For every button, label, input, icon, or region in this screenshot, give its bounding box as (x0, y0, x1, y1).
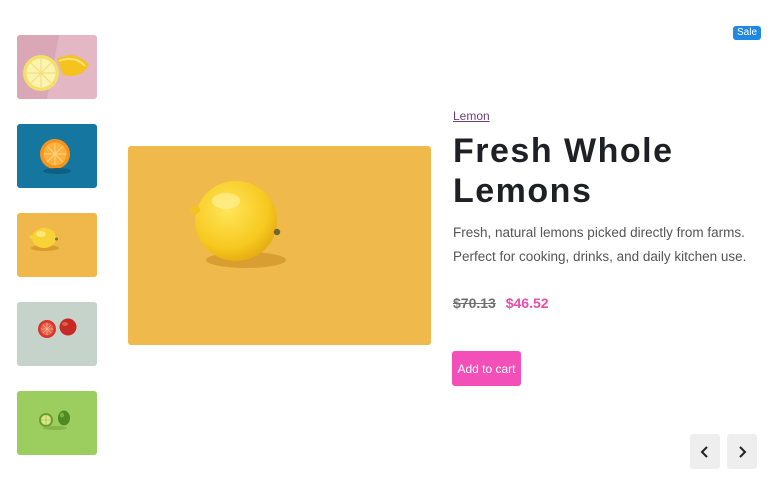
product-title: Fresh Whole Lemons (453, 132, 674, 210)
main-product-image (128, 146, 431, 345)
next-button[interactable] (727, 434, 757, 469)
thumbnail-limes[interactable] (17, 391, 97, 455)
chevron-left-icon (700, 445, 708, 458)
thumbnail-halved-orange[interactable] (17, 124, 97, 188)
whole-lemon-large-image (128, 146, 431, 345)
product-description: Fresh, natural lemons picked directly fr… (453, 225, 747, 264)
previous-button[interactable] (690, 434, 720, 469)
thumbnail-halved-lemon[interactable] (17, 35, 97, 99)
sale-price: $46.52 (505, 295, 549, 311)
limes-image (17, 391, 97, 455)
category-link[interactable]: Lemon (453, 109, 490, 123)
price-row: $70.13 $46.52 (453, 295, 549, 311)
thumbnail-whole-lemon[interactable] (17, 213, 97, 277)
thumbnail-blood-oranges[interactable] (17, 302, 97, 366)
original-price: $70.13 (453, 295, 496, 311)
add-to-cart-button[interactable]: Add to cart (452, 351, 521, 386)
thumbnail-list (17, 35, 97, 480)
whole-lemon-image (17, 213, 97, 277)
halved-orange-image (17, 124, 97, 188)
chevron-right-icon (739, 445, 747, 458)
blood-oranges-image (17, 302, 97, 366)
sale-badge: Sale (733, 26, 762, 40)
halved-lemon-image (17, 35, 97, 99)
